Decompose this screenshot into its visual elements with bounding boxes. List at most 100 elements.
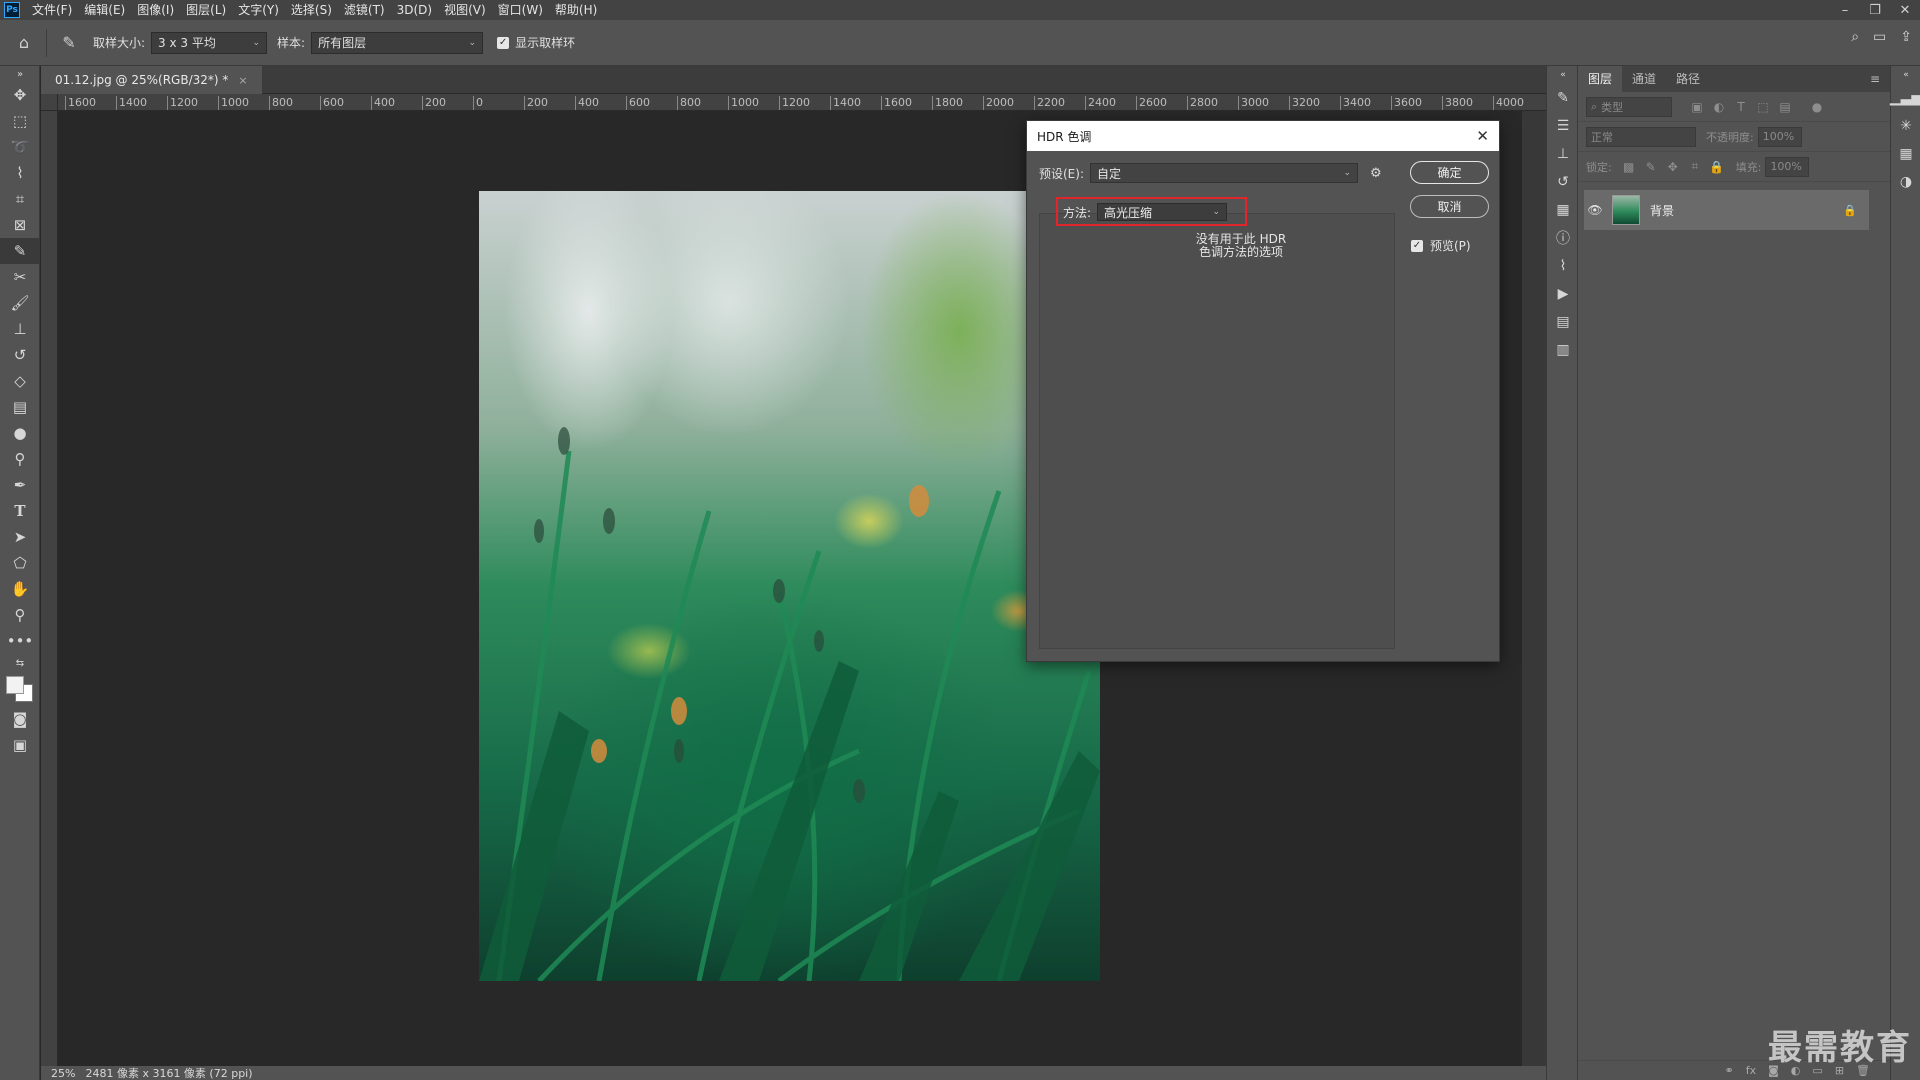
shape-tool-icon[interactable]: ⬠ <box>0 550 40 576</box>
collapse-panels-icon[interactable]: « <box>1891 66 1920 84</box>
close-tab-icon[interactable]: × <box>238 74 247 87</box>
zoom-level[interactable]: 25% <box>51 1067 75 1080</box>
layer-row-background[interactable]: 👁 背景 🔒 <box>1584 190 1869 230</box>
brush-tool-icon[interactable]: 🖌 <box>0 290 40 316</box>
home-icon[interactable]: ⌂ <box>10 29 38 57</box>
pen-tool-icon[interactable]: ✒ <box>0 472 40 498</box>
foreground-color-swatch[interactable] <box>6 676 24 694</box>
filter-shape-icon[interactable]: ⬚ <box>1754 100 1772 114</box>
blend-mode-select[interactable]: 正常 <box>1586 126 1696 147</box>
ruler-origin[interactable] <box>41 94 58 111</box>
navigator-icon[interactable]: ✳ <box>1891 112 1920 140</box>
move-tool-icon[interactable]: ✥ <box>0 82 40 108</box>
frame-tool-icon[interactable]: ⊠ <box>0 212 40 238</box>
tab-paths[interactable]: 路径 <box>1666 66 1710 92</box>
close-window-button[interactable]: ✕ <box>1890 0 1920 20</box>
paths-icon[interactable]: ⌇ <box>1547 252 1579 280</box>
sample-select[interactable]: 所有图层 ⌄ <box>311 31 484 54</box>
lock-position-icon[interactable]: ✥ <box>1664 160 1682 174</box>
method-select[interactable]: 高光压缩 ⌄ <box>1097 203 1228 221</box>
lock-pixels-icon[interactable]: ✎ <box>1642 160 1660 174</box>
histogram-icon[interactable]: ▁▃▅ <box>1890 84 1920 112</box>
zoom-tool-icon[interactable]: ⚲ <box>0 602 40 628</box>
more-tools-icon[interactable]: ••• <box>0 628 40 654</box>
menu-item[interactable]: 文件(F) <box>26 0 78 20</box>
adjustments-icon[interactable]: ☰ <box>1547 112 1579 140</box>
menu-item[interactable]: 图像(I) <box>131 0 180 20</box>
lasso-tool-icon[interactable]: ➰ <box>0 134 40 160</box>
color-icon[interactable]: ◑ <box>1891 168 1920 196</box>
preview-checkbox[interactable]: ✓ <box>1411 239 1423 252</box>
dodge-tool-icon[interactable]: ⚲ <box>0 446 40 472</box>
layer-style-icon[interactable]: fx <box>1746 1064 1756 1077</box>
visibility-eye-icon[interactable]: 👁 <box>1584 203 1606 217</box>
history-icon[interactable]: ↺ <box>1547 168 1579 196</box>
blur-tool-icon[interactable]: ● <box>0 420 40 446</box>
opacity-input[interactable]: 100% <box>1757 126 1802 147</box>
cancel-button[interactable]: 取消 <box>1410 195 1489 218</box>
document-tab[interactable]: 01.12.jpg @ 25%(RGB/32*) * × <box>41 66 262 94</box>
menu-item[interactable]: 选择(S) <box>285 0 338 20</box>
close-icon[interactable]: ✕ <box>1476 127 1489 145</box>
eraser-tool-icon[interactable]: ◇ <box>0 368 40 394</box>
vertical-ruler[interactable] <box>41 111 58 1066</box>
libraries-icon[interactable]: ▤ <box>1547 308 1579 336</box>
info-icon[interactable]: ⓘ <box>1547 224 1579 252</box>
type-tool-icon[interactable]: T <box>0 498 40 524</box>
path-selection-tool-icon[interactable]: ➤ <box>0 524 40 550</box>
gear-icon[interactable]: ⚙ <box>1370 166 1382 181</box>
brush-settings-icon[interactable]: ✎ <box>1547 84 1579 112</box>
lock-all-icon[interactable]: 🔒 <box>1708 160 1726 174</box>
tab-channels[interactable]: 通道 <box>1622 66 1666 92</box>
notes-icon[interactable]: ▥ <box>1547 336 1579 364</box>
show-ring-checkbox[interactable]: ✓ <box>497 36 510 49</box>
menu-item[interactable]: 滤镜(T) <box>338 0 391 20</box>
eyedropper-tool-icon[interactable]: ✎ <box>0 238 40 264</box>
panel-menu-icon[interactable]: ≡ <box>1860 66 1890 92</box>
collapse-panels-icon[interactable]: « <box>1547 66 1579 84</box>
lock-transparent-icon[interactable]: ▩ <box>1620 160 1638 174</box>
screen-mode-icon[interactable]: ▣ <box>0 732 40 758</box>
filter-type-icon[interactable]: T <box>1732 100 1750 114</box>
marquee-tool-icon[interactable]: ⬚ <box>0 108 40 134</box>
workspace-icon[interactable]: ▭ <box>1873 29 1886 45</box>
share-icon[interactable]: ⇪ <box>1900 29 1912 45</box>
filter-toggle-icon[interactable]: ● <box>1808 100 1826 114</box>
restore-button[interactable]: ❐ <box>1860 0 1890 20</box>
sample-size-select[interactable]: 3 x 3 平均 ⌄ <box>151 31 268 54</box>
quick-select-tool-icon[interactable]: ⌇ <box>0 160 40 186</box>
horizontal-ruler[interactable]: 1600 1400 1200 1000 800 600 400 200 0 200 400 600 80… <box>58 94 1546 111</box>
tab-layers[interactable]: 图层 <box>1578 66 1623 92</box>
layer-filter-select[interactable]: ⌕ 类型 <box>1586 96 1672 117</box>
menu-item[interactable]: 3D(D) <box>391 0 438 20</box>
collapse-toolbar-icon[interactable]: » <box>0 66 40 82</box>
fill-input[interactable]: 100% <box>1765 156 1810 177</box>
ok-button[interactable]: 确定 <box>1410 161 1489 184</box>
quick-mask-icon[interactable]: ◙ <box>0 706 40 732</box>
swap-colors-icon[interactable]: ⇆ <box>0 654 40 672</box>
clone-stamp-tool-icon[interactable]: ⊥ <box>0 316 40 342</box>
filter-adjustment-icon[interactable]: ◐ <box>1710 100 1728 114</box>
search-icon[interactable]: ⌕ <box>1851 29 1859 45</box>
swatches-icon[interactable]: ▦ <box>1891 140 1920 168</box>
healing-brush-tool-icon[interactable]: ✂ <box>0 264 40 290</box>
history-brush-tool-icon[interactable]: ↺ <box>0 342 40 368</box>
preset-select[interactable]: 自定 ⌄ <box>1090 163 1358 183</box>
menu-item[interactable]: 编辑(E) <box>78 0 131 20</box>
actions-play-icon[interactable]: ▶ <box>1547 280 1579 308</box>
menu-item[interactable]: 视图(V) <box>438 0 492 20</box>
hand-tool-icon[interactable]: ✋ <box>0 576 40 602</box>
menu-item[interactable]: 图层(L) <box>180 0 232 20</box>
link-layers-icon[interactable]: ⚭ <box>1725 1064 1734 1077</box>
filter-smart-object-icon[interactable]: ▤ <box>1776 100 1794 114</box>
crop-tool-icon[interactable]: ⌗ <box>0 186 40 212</box>
lock-artboard-icon[interactable]: ⌗ <box>1686 159 1704 174</box>
properties-icon[interactable]: ▦ <box>1547 196 1579 224</box>
document-dimensions[interactable]: 2481 像素 x 3161 像素 (72 ppi) <box>85 1065 252 1080</box>
menu-item[interactable]: 文字(Y) <box>232 0 285 20</box>
gradient-tool-icon[interactable]: ▤ <box>0 394 40 420</box>
menu-item[interactable]: 窗口(W) <box>492 0 549 20</box>
menu-item[interactable]: 帮助(H) <box>549 0 603 20</box>
eyedropper-tool-preset-icon[interactable]: ✎ <box>55 29 83 57</box>
vertical-scrollbar[interactable] <box>1522 111 1546 1066</box>
